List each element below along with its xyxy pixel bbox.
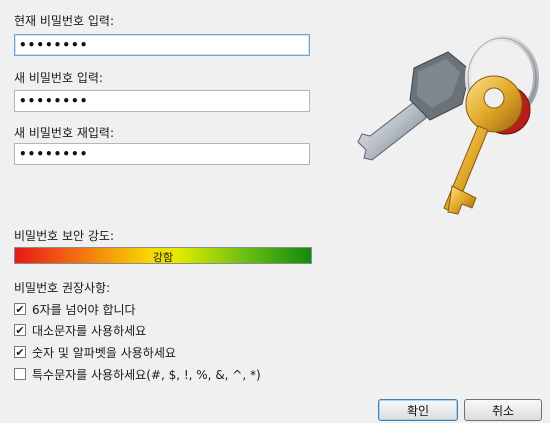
strength-label: 비밀번호 보안 강도: (14, 229, 114, 243)
recommendation-item[interactable]: ✔ 숫자 및 알파벳을 사용하세요 (14, 344, 176, 360)
recommendation-item[interactable]: ✔ 6자를 넘어야 합니다 (14, 301, 136, 317)
strength-level-text: 강함 (152, 251, 174, 264)
cancel-button[interactable]: 취소 (464, 399, 542, 421)
recommendation-text: 숫자 및 알파벳을 사용하세요 (32, 345, 176, 360)
ok-button[interactable]: 확인 (378, 399, 458, 421)
confirm-password-label: 새 비밀번호 재입력: (14, 126, 114, 140)
current-password-label: 현재 비밀번호 입력: (14, 14, 114, 28)
recommendation-item[interactable]: ✔ 대소문자를 사용하세요 (14, 322, 146, 338)
recommendation-text: 대소문자를 사용하세요 (32, 323, 147, 338)
new-password-input[interactable] (14, 90, 310, 112)
checkbox[interactable]: ✔ (14, 346, 26, 358)
checkbox[interactable] (14, 368, 26, 380)
strength-meter: 강함 (14, 247, 312, 264)
recommendation-text: 특수문자를 사용하세요(#, $, !, %, &, ^, *) (32, 367, 261, 382)
keys-icon (357, 35, 539, 215)
checkbox[interactable]: ✔ (14, 324, 26, 336)
current-password-input[interactable] (14, 34, 310, 56)
checkbox[interactable]: ✔ (14, 303, 26, 315)
new-password-label: 새 비밀번호 입력: (14, 71, 103, 85)
confirm-password-input[interactable] (14, 143, 310, 165)
recommendations-label: 비밀번호 권장사항: (14, 281, 111, 295)
recommendation-item[interactable]: 특수문자를 사용하세요(#, $, !, %, &, ^, *) (14, 366, 261, 382)
recommendation-text: 6자를 넘어야 합니다 (32, 302, 136, 317)
